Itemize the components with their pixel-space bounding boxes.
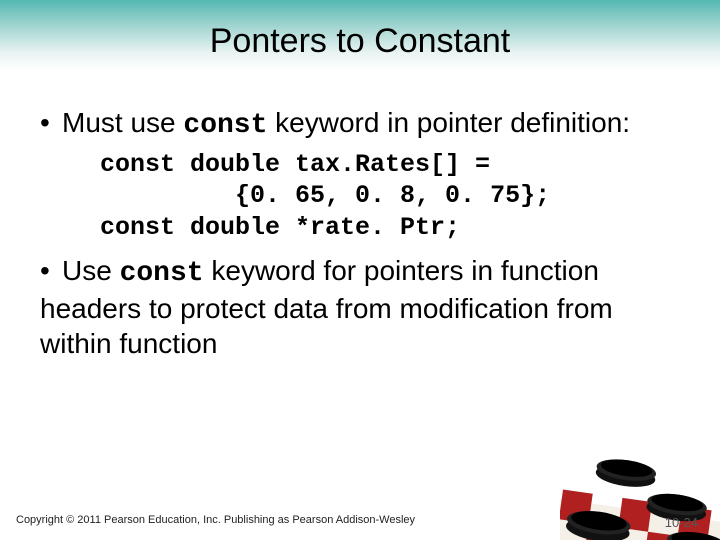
bullet-text: Use const keyword for pointers in functi…	[40, 255, 613, 359]
bullet-marker-icon: •	[40, 105, 62, 140]
text-fragment: Use	[62, 255, 120, 286]
slide-number: 10-24	[665, 515, 698, 530]
bullet-item: •Use const keyword for pointers in funct…	[40, 253, 680, 361]
code-block: const double tax.Rates[] = {0. 65, 0. 8,…	[100, 149, 680, 243]
code-inline: const	[120, 258, 204, 289]
bullet-item: •Must use const keyword in pointer defin…	[40, 105, 680, 143]
code-line: {0. 65, 0. 8, 0. 75};	[100, 181, 550, 210]
bullet-text: Must use const keyword in pointer defini…	[62, 107, 630, 138]
code-line: const double *rate. Ptr;	[100, 213, 460, 242]
slide-body: •Must use const keyword in pointer defin…	[40, 105, 680, 367]
text-fragment: Must use	[62, 107, 183, 138]
slide: Ponters to Constant •Must use const keyw…	[0, 0, 720, 540]
bullet-marker-icon: •	[40, 253, 62, 288]
copyright-text: Copyright © 2011 Pearson Education, Inc.…	[16, 514, 415, 526]
code-inline: const	[183, 110, 267, 141]
code-line: const double tax.Rates[] =	[100, 150, 490, 179]
text-fragment: keyword in pointer definition:	[267, 107, 630, 138]
slide-title: Ponters to Constant	[0, 22, 720, 61]
